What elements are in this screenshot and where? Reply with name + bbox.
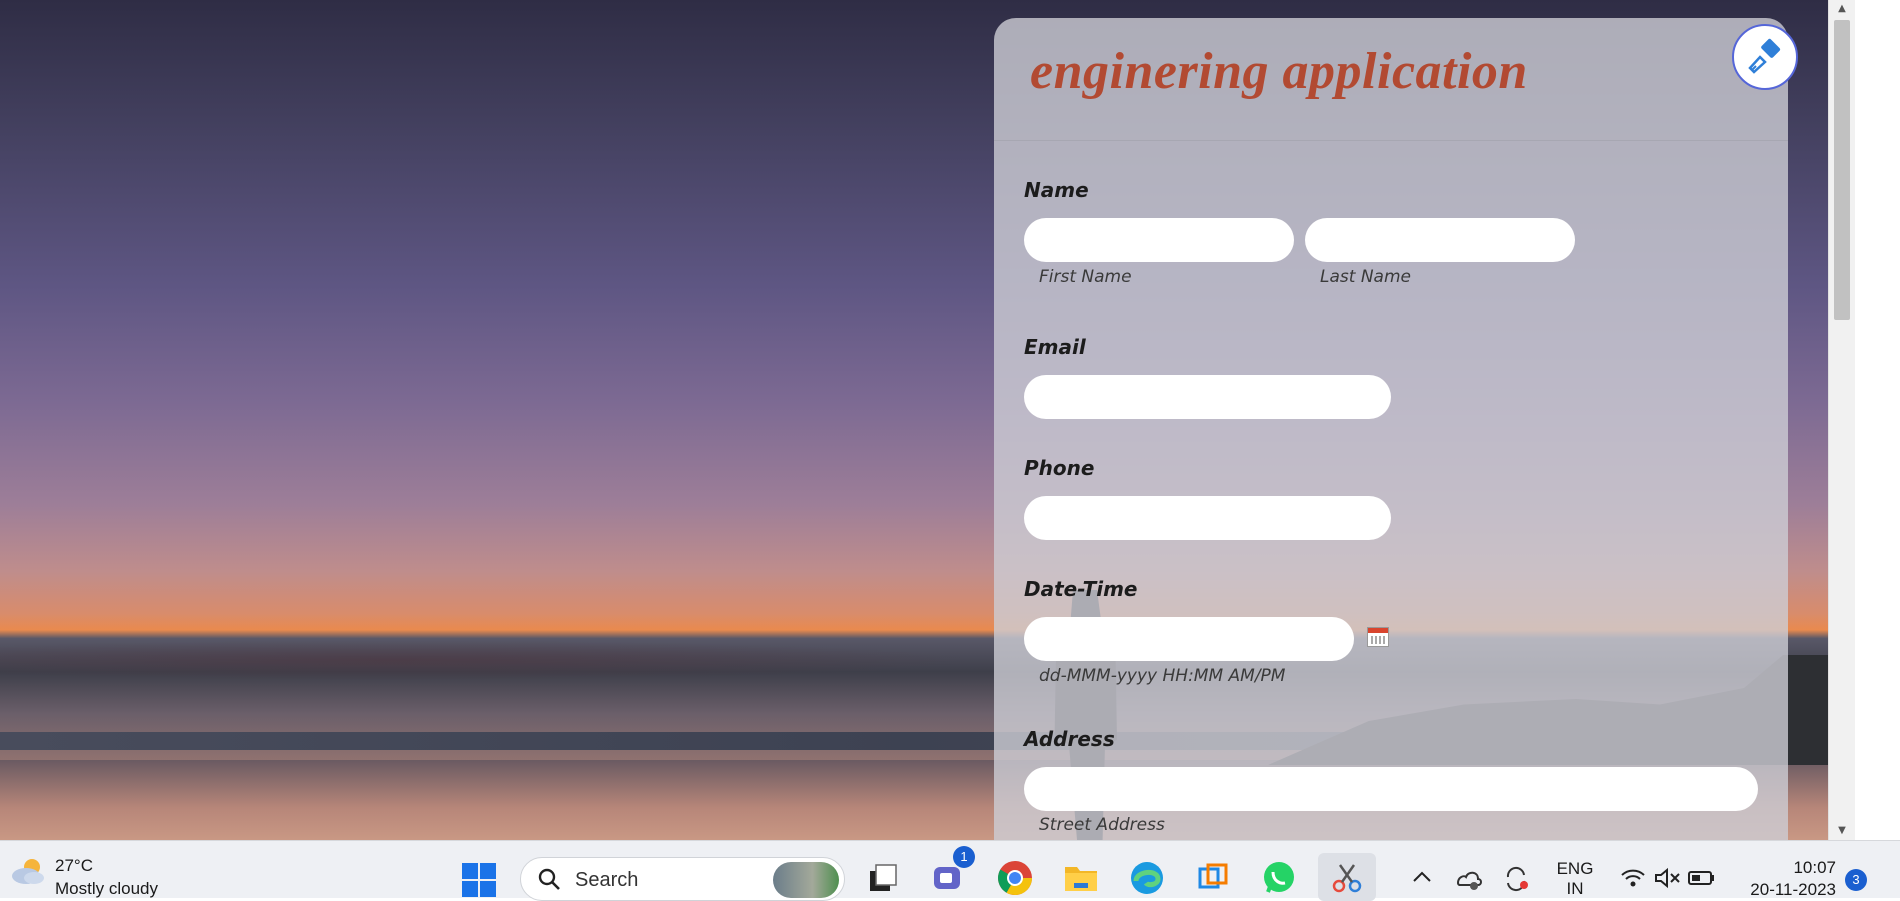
- onedrive-icon[interactable]: [1452, 859, 1484, 897]
- application-form: enginering application Name First Name L…: [994, 18, 1788, 840]
- phone-label: Phone: [1024, 456, 1095, 480]
- sync-icon[interactable]: [1500, 859, 1532, 897]
- clock-time[interactable]: 10:07: [1740, 858, 1836, 878]
- address-label: Address: [1024, 727, 1115, 751]
- weather-description[interactable]: Mostly cloudy: [55, 879, 158, 899]
- datetime-label: Date-Time: [1024, 577, 1138, 601]
- windows-taskbar: 27°C Mostly cloudy Search 1 ENG IN 10:07…: [0, 840, 1900, 901]
- last-name-input[interactable]: [1305, 218, 1575, 262]
- search-highlight-image[interactable]: [773, 862, 839, 898]
- datetime-input[interactable]: [1024, 617, 1354, 661]
- calendar-icon[interactable]: [1367, 627, 1389, 647]
- street-address-sublabel: Street Address: [1039, 815, 1165, 835]
- name-label: Name: [1024, 178, 1089, 202]
- wifi-icon[interactable]: [1618, 859, 1648, 897]
- scroll-thumb[interactable]: [1834, 20, 1850, 320]
- search-label: Search: [575, 869, 639, 891]
- last-name-sublabel: Last Name: [1320, 267, 1411, 287]
- teams-badge: 1: [953, 846, 975, 868]
- snipping-tool-icon[interactable]: [1328, 859, 1366, 897]
- chrome-icon[interactable]: [996, 859, 1034, 897]
- weather-temperature[interactable]: 27°C: [55, 856, 93, 876]
- page-scrollbar[interactable]: ▲ ▼: [1828, 0, 1855, 840]
- email-label: Email: [1024, 335, 1086, 359]
- notification-badge[interactable]: 3: [1845, 869, 1867, 891]
- customize-theme-button[interactable]: [1732, 24, 1798, 90]
- window-edge: [1855, 0, 1900, 840]
- whatsapp-icon[interactable]: [1260, 859, 1298, 897]
- form-title: enginering application: [1030, 43, 1528, 100]
- edge-browser-icon[interactable]: [1128, 859, 1166, 897]
- chevron-up-icon[interactable]: [1406, 859, 1438, 897]
- start-button[interactable]: [462, 863, 496, 897]
- windows-app-icon[interactable]: [1194, 859, 1232, 897]
- first-name-input[interactable]: [1024, 218, 1294, 262]
- language-region[interactable]: IN: [1550, 879, 1600, 899]
- phone-input[interactable]: [1024, 496, 1391, 540]
- weather-cloudy-icon[interactable]: [8, 857, 48, 885]
- datetime-format-hint: dd-MMM-yyyy HH:MM AM/PM: [1039, 666, 1286, 686]
- title-divider: [994, 140, 1788, 141]
- taskbar-search[interactable]: Search: [520, 857, 845, 901]
- search-icon: [538, 868, 560, 890]
- scroll-up-arrow-icon[interactable]: ▲: [1829, 0, 1855, 18]
- clock-date[interactable]: 20-11-2023: [1730, 880, 1836, 900]
- paintbrush-icon: [1748, 38, 1781, 74]
- first-name-sublabel: First Name: [1039, 267, 1132, 287]
- language-indicator[interactable]: ENG: [1550, 859, 1600, 879]
- email-input[interactable]: [1024, 375, 1391, 419]
- battery-icon[interactable]: [1686, 859, 1716, 897]
- scroll-down-arrow-icon[interactable]: ▼: [1829, 822, 1855, 840]
- task-view-icon[interactable]: [864, 859, 902, 897]
- file-explorer-icon[interactable]: [1062, 859, 1100, 897]
- street-address-input[interactable]: [1024, 767, 1758, 811]
- volume-muted-icon[interactable]: [1652, 859, 1682, 897]
- cloud-band: [0, 640, 980, 680]
